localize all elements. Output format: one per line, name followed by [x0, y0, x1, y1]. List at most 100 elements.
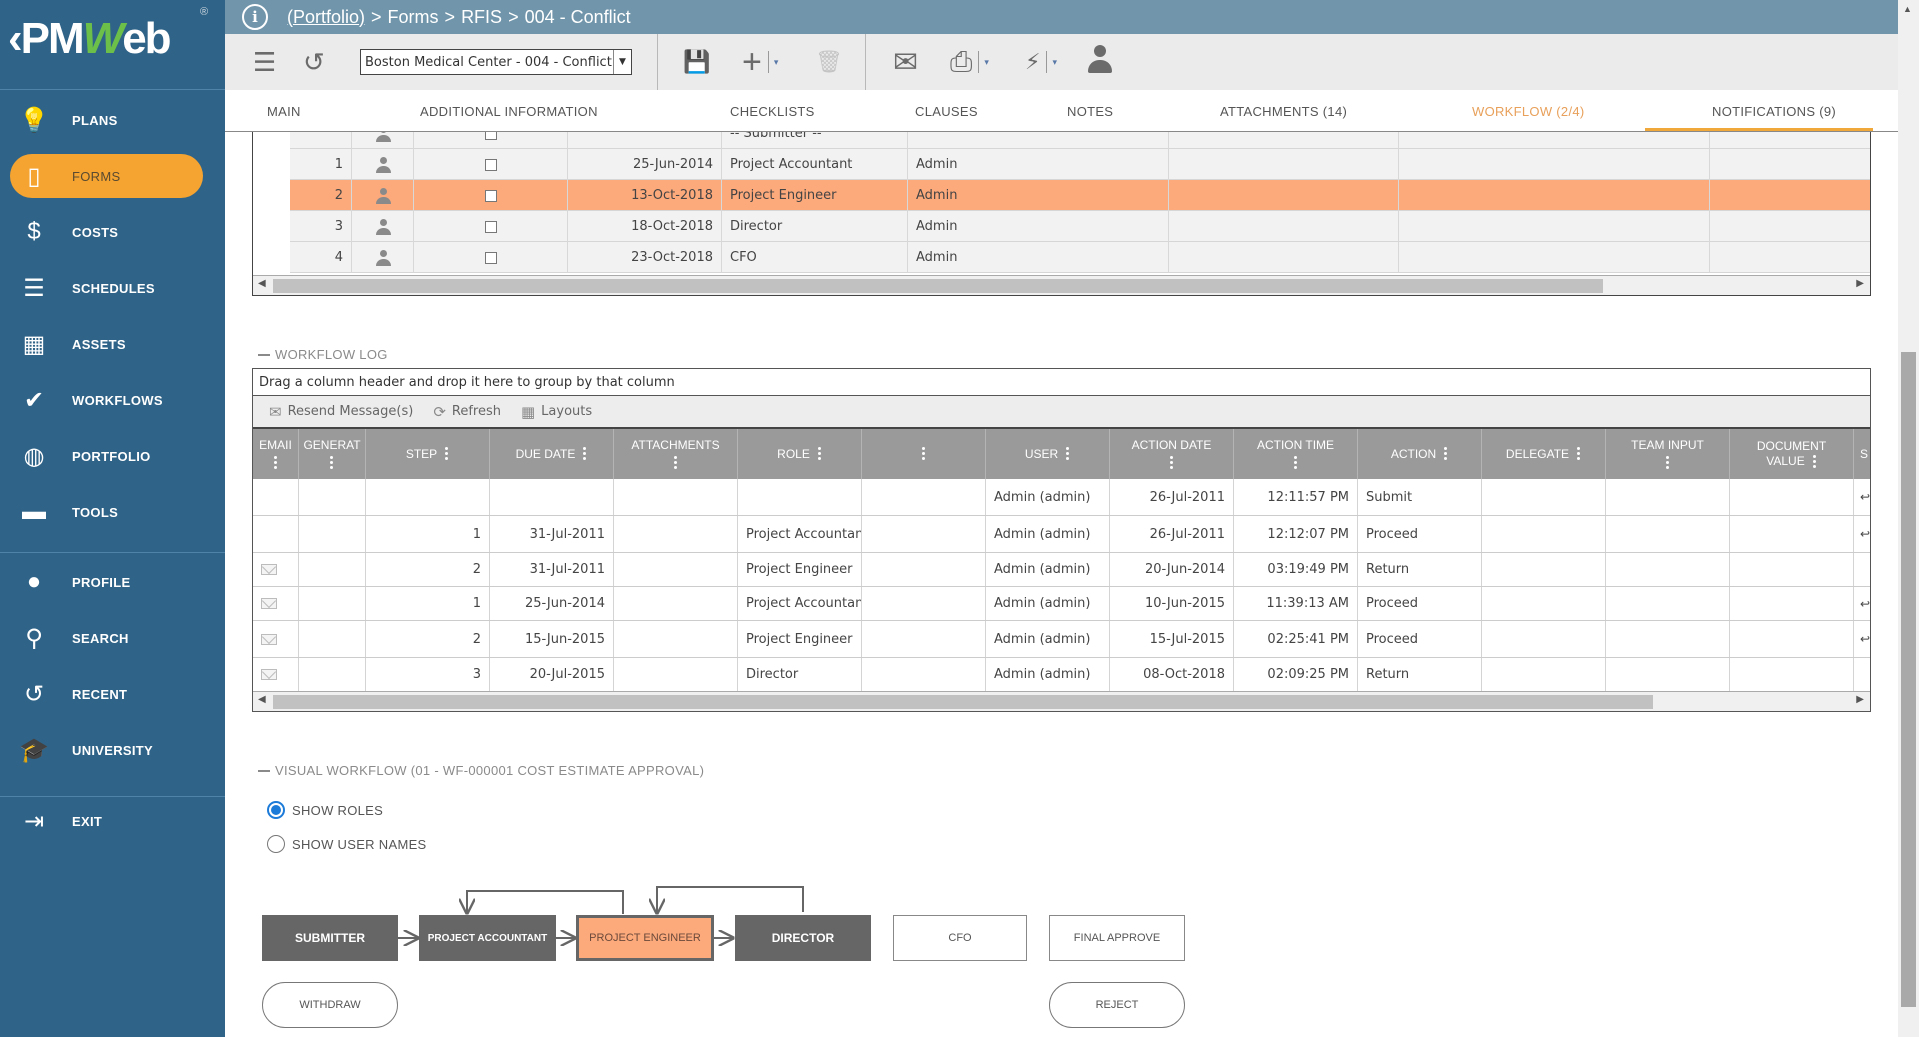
actions-dropdown-caret-icon[interactable]: ▾	[1046, 51, 1057, 73]
column-menu-icon[interactable]	[921, 447, 926, 461]
scroll-left-arrow-icon[interactable]: ◀	[258, 278, 266, 289]
save-button[interactable]: 💾	[683, 46, 710, 78]
scroll-right-arrow-icon[interactable]: ▶	[1856, 278, 1864, 289]
column-menu-icon[interactable]	[817, 447, 822, 461]
approver-row[interactable]: 1 25-Jun-2014 Project Accountant Admin	[290, 149, 1870, 180]
approvers-horizontal-scrollbar[interactable]: ◀ ▶	[253, 275, 1870, 295]
column-menu-icon[interactable]	[1812, 454, 1817, 469]
email-button[interactable]: ✉	[893, 46, 918, 79]
sidebar-item-plans[interactable]: 💡 PLANS	[10, 98, 203, 142]
delete-button[interactable]: 🗑	[815, 46, 843, 78]
sidebar-item-portfolio[interactable]: ◍ PORTFOLIO	[10, 434, 203, 478]
chevron-down-icon[interactable]: ▼	[613, 50, 631, 74]
workflow-node-director[interactable]: DIRECTOR	[735, 915, 871, 961]
column-header-document-value[interactable]: DOCUMENT VALUE	[1730, 429, 1854, 479]
breadcrumb-item[interactable]: (Portfolio)	[287, 7, 365, 28]
workflow-log-horizontal-scrollbar[interactable]: ◀ ▶	[253, 691, 1870, 711]
print-button[interactable]: ⎙ ▾	[950, 46, 989, 78]
column-menu-icon[interactable]	[673, 456, 678, 470]
column-header-generated[interactable]: GENERAT	[299, 429, 366, 479]
workflow-node-final-approve[interactable]: FINAL APPROVE	[1049, 915, 1185, 961]
add-dropdown-caret-icon[interactable]: ▾	[767, 51, 778, 73]
sidebar-item-tools[interactable]: ▬ TOOLS	[10, 490, 203, 534]
workflow-node-reject[interactable]: REJECT	[1049, 982, 1185, 1028]
pmweb-logo[interactable]: ‹PMWeb ®	[0, 0, 225, 90]
approver-row[interactable]: 3 18-Oct-2018 Director Admin	[290, 211, 1870, 242]
sidebar-item-university[interactable]: 🎓 UNIVERSITY	[10, 728, 203, 772]
add-button[interactable]: + ▾	[742, 43, 778, 81]
print-dropdown-caret-icon[interactable]: ▾	[978, 51, 989, 73]
page-scrollbar-thumb[interactable]	[1901, 352, 1916, 1007]
column-header-attachments[interactable]: ATTACHMENTS	[614, 429, 738, 479]
tab-clauses[interactable]: CLAUSES	[915, 90, 978, 132]
envelope-icon[interactable]	[261, 669, 277, 680]
workflow-node-withdraw[interactable]: WITHDRAW	[262, 982, 398, 1028]
sidebar-item-assets[interactable]: ▦ ASSETS	[10, 322, 203, 366]
group-by-drop-area[interactable]: Drag a column header and drop it here to…	[253, 369, 1870, 396]
sidebar-item-workflows[interactable]: ✔ WORKFLOWS	[10, 378, 203, 422]
sidebar-item-profile[interactable]: ● PROFILE	[10, 560, 203, 604]
row-checkbox[interactable]	[484, 251, 497, 264]
column-menu-icon[interactable]	[1665, 456, 1670, 470]
column-menu-icon[interactable]	[1293, 456, 1298, 470]
column-header-step[interactable]: STEP	[366, 429, 490, 479]
column-menu-icon[interactable]	[1169, 456, 1174, 470]
workflow-log-row[interactable]: Admin (admin) 26-Jul-2011 12:11:57 PM Submi…	[253, 479, 1870, 516]
tab-main[interactable]: MAIN	[267, 90, 301, 132]
column-menu-icon[interactable]	[1577, 447, 1581, 461]
sidebar-item-schedules[interactable]: ☰ SCHEDULES	[10, 266, 203, 310]
comment-reply-icon[interactable]: ↩	[1860, 597, 1870, 611]
row-checkbox[interactable]	[484, 158, 497, 171]
scroll-right-arrow-icon[interactable]: ▶	[1856, 694, 1864, 705]
workflow-log-section-toggle[interactable]: WORKFLOW LOG	[258, 347, 388, 362]
workflow-log-row[interactable]: 1 31-Jul-2011 Project Accountant Admin (adm…	[253, 516, 1870, 553]
show-roles-radio[interactable]: SHOW ROLES	[267, 801, 383, 819]
list-view-button[interactable]: ☰	[253, 46, 276, 78]
page-vertical-scrollbar[interactable]: ▲	[1898, 0, 1919, 1037]
tab-attachments[interactable]: ATTACHMENTS (14)	[1220, 90, 1347, 132]
workflow-node-cfo[interactable]: CFO	[893, 915, 1027, 961]
column-header-delegate[interactable]: DELEGATE	[1482, 429, 1606, 479]
column-header-due-date[interactable]: DUE DATE	[490, 429, 614, 479]
scroll-up-arrow-icon[interactable]: ▲	[1903, 4, 1912, 14]
approver-row[interactable]: 4 23-Oct-2018 CFO Admin	[290, 242, 1870, 273]
column-menu-icon[interactable]	[583, 447, 587, 461]
row-checkbox[interactable]	[484, 189, 497, 202]
actions-button[interactable]: ⚡ ▾	[1025, 46, 1057, 78]
column-header-role[interactable]: ROLE	[738, 429, 862, 479]
column-header-team-input[interactable]: TEAM INPUT	[1606, 429, 1730, 479]
visual-workflow-section-toggle[interactable]: VISUAL WORKFLOW (01 - WF-000001 COST EST…	[258, 763, 704, 778]
sidebar-item-exit[interactable]: ⇥ EXIT	[10, 799, 203, 843]
refresh-button[interactable]: ⟳ Refresh	[433, 403, 501, 421]
column-header-user[interactable]: USER	[986, 429, 1110, 479]
workflow-log-row[interactable]: 2 15-Jun-2015 Project Engineer Admin (admin…	[253, 621, 1870, 658]
column-header-blank[interactable]	[862, 429, 986, 479]
column-menu-icon[interactable]	[273, 456, 278, 470]
resend-message-s-button[interactable]: ✉ Resend Message(s)	[269, 403, 413, 421]
workflow-node-project-engineer[interactable]: PROJECT ENGINEER	[576, 915, 714, 961]
user-button[interactable]	[1086, 44, 1114, 76]
record-selector[interactable]: Boston Medical Center - 004 - Conflict ▼	[360, 49, 632, 75]
column-header-action-time[interactable]: ACTION TIME	[1234, 429, 1358, 479]
comment-reply-icon[interactable]: ↩	[1860, 490, 1870, 504]
comment-reply-icon[interactable]: ↩	[1860, 527, 1870, 541]
scroll-left-arrow-icon[interactable]: ◀	[258, 694, 266, 705]
history-button[interactable]: ↺	[303, 46, 325, 78]
tab-notes[interactable]: NOTES	[1067, 90, 1113, 132]
scrollbar-thumb[interactable]	[273, 279, 1603, 293]
sidebar-item-forms[interactable]: ▯ FORMS	[10, 154, 203, 198]
tab-workflow[interactable]: WORKFLOW (2/4)	[1472, 90, 1585, 132]
info-icon[interactable]: i	[242, 4, 268, 30]
workflow-log-row[interactable]: 1 25-Jun-2014 Project Accountant Admin (adm…	[253, 587, 1870, 621]
column-header-email[interactable]: EMAII	[253, 429, 299, 479]
sidebar-item-costs[interactable]: $ COSTS	[10, 210, 203, 254]
envelope-icon[interactable]	[261, 564, 277, 575]
layouts-button[interactable]: ▦ Layouts	[521, 403, 592, 421]
envelope-icon[interactable]	[261, 598, 277, 609]
column-menu-icon[interactable]	[1444, 447, 1448, 461]
column-menu-icon[interactable]	[1066, 447, 1070, 461]
column-menu-icon[interactable]	[330, 456, 334, 470]
workflow-log-row[interactable]: 3 20-Jul-2015 Director Admin (admin) 08-Oct-…	[253, 658, 1870, 692]
column-header-action[interactable]: ACTION	[1358, 429, 1482, 479]
tab-notifications[interactable]: NOTIFICATIONS (9)	[1712, 90, 1836, 132]
